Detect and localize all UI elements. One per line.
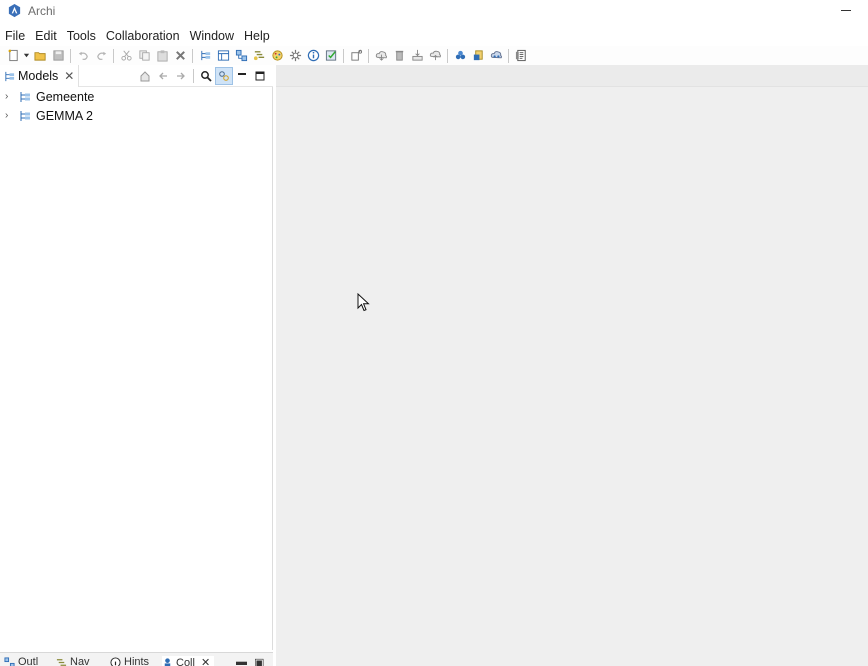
collab-commit-icon[interactable]	[408, 47, 426, 64]
viewpoint-icon[interactable]	[347, 47, 365, 64]
model-icon	[20, 110, 30, 121]
close-icon[interactable]: ✕	[64, 69, 74, 83]
editor-area[interactable]	[276, 65, 868, 666]
hints-icon[interactable]	[286, 47, 304, 64]
toolbar-separator	[113, 48, 114, 63]
tab-models-label: Models	[18, 69, 59, 83]
properties-icon[interactable]	[214, 47, 232, 64]
new-dropdown-icon[interactable]	[22, 47, 31, 64]
toolbar-separator	[70, 48, 71, 63]
tab-hints-label: Hints	[124, 656, 150, 666]
models-tree-icon	[5, 71, 15, 81]
mouse-cursor-icon	[357, 293, 370, 312]
toolbar-separator	[508, 48, 509, 63]
chevron-right-icon[interactable]: ›	[5, 91, 15, 102]
collab-import-icon[interactable]	[372, 47, 390, 64]
navigator-icon	[56, 658, 67, 666]
minimize-icon[interactable]	[233, 67, 251, 85]
home-icon[interactable]	[136, 67, 154, 85]
collab-lock-icon[interactable]	[469, 47, 487, 64]
tab-navigator-label: Nav	[70, 656, 90, 666]
outline-icon	[4, 656, 15, 666]
bottom-maximize-icon[interactable]: ▣	[254, 656, 264, 666]
tree-item-gemeente[interactable]: › Gemeente	[0, 87, 273, 106]
tab-outline-label: Outl	[18, 656, 39, 666]
toolbar-separator	[192, 48, 193, 63]
close-icon[interactable]: ✕	[201, 656, 210, 666]
info-icon[interactable]	[304, 47, 322, 64]
bottom-panel-tabbar: Outl Nav Hints Coll ✕ ▬ ▣	[0, 652, 273, 666]
menu-window[interactable]: Window	[185, 26, 239, 46]
copy-icon[interactable]	[135, 47, 153, 64]
menu-collaboration[interactable]: Collaboration	[101, 26, 185, 46]
new-icon[interactable]	[4, 47, 22, 64]
tab-collaboration-label: Coll	[176, 656, 195, 666]
search-icon[interactable]	[197, 67, 215, 85]
toolbar-separator	[368, 48, 369, 63]
tab-hints[interactable]: Hints	[110, 656, 149, 666]
delete-icon[interactable]	[171, 47, 189, 64]
back-icon[interactable]	[154, 67, 172, 85]
link-icon[interactable]	[215, 67, 233, 85]
main-toolbar	[0, 46, 868, 65]
collab-users-icon	[164, 658, 171, 666]
models-panel-tools	[136, 67, 269, 85]
models-tree: › Gemeente › GEMMA 2	[0, 87, 273, 125]
bottom-minimize-icon[interactable]: ▬	[236, 656, 247, 666]
cut-icon[interactable]	[117, 47, 135, 64]
menu-tools[interactable]: Tools	[62, 26, 101, 46]
title-bar: Archi	[0, 0, 868, 24]
window-title: Archi	[28, 4, 56, 18]
tab-outline[interactable]: Outl	[4, 656, 38, 666]
toolbar-separator	[447, 48, 448, 63]
toolbar-separator	[343, 48, 344, 63]
panel-tools-separator	[193, 69, 194, 83]
archi-logo-icon	[8, 3, 21, 18]
paste-icon[interactable]	[153, 47, 171, 64]
palette-icon[interactable]	[268, 47, 286, 64]
model-icon	[20, 91, 30, 102]
menu-help[interactable]: Help	[239, 26, 275, 46]
info-icon	[110, 656, 121, 666]
open-icon[interactable]	[31, 47, 49, 64]
save-icon[interactable]	[49, 47, 67, 64]
chevron-right-icon[interactable]: ›	[5, 110, 15, 121]
collab-delete-icon[interactable]	[390, 47, 408, 64]
tree-item-label: Gemeente	[36, 89, 95, 104]
validator-icon[interactable]	[322, 47, 340, 64]
forward-icon[interactable]	[172, 67, 190, 85]
models-panel: Models ✕ › Gemeente › GEMMA 2	[0, 65, 273, 650]
navigator-icon[interactable]	[250, 47, 268, 64]
tree-item-gemma-2[interactable]: › GEMMA 2	[0, 106, 273, 125]
models-panel-tabbar: Models ✕	[0, 65, 273, 87]
models-tree-icon[interactable]	[196, 47, 214, 64]
maximize-icon[interactable]	[251, 67, 269, 85]
menu-bar: File Edit Tools Collaboration Window Hel…	[0, 26, 275, 46]
editor-tab-strip	[276, 65, 868, 87]
collab-refresh-icon[interactable]	[426, 47, 444, 64]
menu-edit[interactable]: Edit	[30, 26, 62, 46]
undo-icon[interactable]	[74, 47, 92, 64]
tab-navigator[interactable]: Nav	[56, 656, 90, 666]
tree-item-label: GEMMA 2	[36, 108, 93, 123]
redo-icon[interactable]	[92, 47, 110, 64]
tab-models[interactable]: Models ✕	[0, 65, 79, 87]
minimize-window-button[interactable]	[838, 2, 854, 18]
collab-sync-icon[interactable]	[487, 47, 505, 64]
tab-collaboration[interactable]: Coll ✕	[162, 656, 215, 666]
collab-users-icon[interactable]	[451, 47, 469, 64]
outline-icon[interactable]	[232, 47, 250, 64]
menu-file[interactable]: File	[0, 26, 30, 46]
script-icon[interactable]	[512, 47, 530, 64]
